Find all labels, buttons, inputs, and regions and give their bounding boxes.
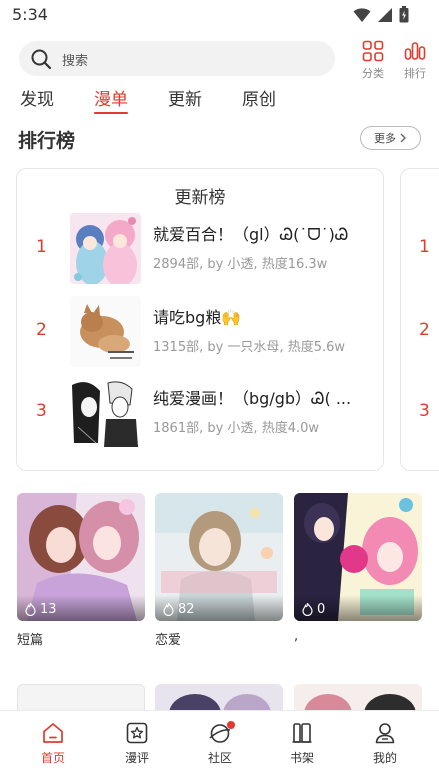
likes-badge: 0 [302, 602, 325, 617]
category-grid-icon [362, 40, 384, 62]
tab-lists[interactable]: 漫单 [94, 85, 128, 114]
list-caption: 恋爱 [155, 633, 182, 648]
nav-review-label: 漫评 [124, 751, 149, 765]
nav-profile[interactable]: 我的 [355, 721, 415, 766]
likes-count: 0 [317, 602, 326, 617]
search-icon [31, 49, 52, 70]
flame-icon [163, 603, 174, 616]
list-item[interactable]: 13 短篇 [17, 493, 145, 648]
nav-home[interactable]: 首页 [23, 721, 83, 766]
next-ranking-card[interactable]: 1 2 3 [400, 168, 439, 471]
list-cover: 0 [294, 493, 422, 621]
rank-card-title: 更新榜 [174, 188, 226, 208]
bottom-nav: 首页 漫评 社区 书架 我的 [0, 710, 439, 780]
list-caption: , [294, 629, 299, 644]
likes-badge: 82 [163, 602, 195, 617]
rank-title: 纯爱漫画！（bg/gb）Ꮚ( ... [153, 389, 352, 408]
rank-title: 就爱百合！（gl）Ꮚ(˙ᗜ˙)Ꮚ [153, 225, 349, 244]
search-placeholder: 搜索 [62, 54, 89, 69]
ranking-bars-icon [404, 42, 426, 60]
tab-updates[interactable]: 更新 [168, 85, 202, 110]
rank-title: 请吃bg粮🙌 [153, 308, 242, 327]
nav-bookshelf-label: 书架 [289, 751, 314, 765]
rank-meta: 1861部, by 小透, 热度4.0w [153, 421, 319, 436]
rank-row[interactable]: 3 纯爱漫画！（bg/gb）Ꮚ( ... 1861部, by 小透, 热度4.0… [17, 377, 383, 449]
nav-review[interactable]: 漫评 [107, 721, 167, 766]
rank-thumbnail [70, 213, 141, 284]
status-bar: 5:34 [0, 0, 439, 30]
rank-number: 3 [36, 401, 47, 421]
likes-count: 13 [40, 602, 57, 617]
status-icons [353, 6, 409, 23]
chevron-right-icon [400, 133, 406, 143]
rank-thumbnail [70, 377, 141, 448]
rank-meta: 2894部, by 小透, 热度16.3w [153, 257, 328, 272]
rank-meta: 1315部, by 一只水母, 热度5.6w [153, 340, 345, 355]
signal-icon [378, 7, 392, 22]
likes-count: 82 [178, 602, 195, 617]
more-button[interactable]: 更多 [360, 126, 421, 150]
nav-profile-label: 我的 [372, 751, 397, 765]
home-icon [43, 723, 63, 743]
likes-badge: 13 [25, 602, 57, 617]
wifi-icon [353, 7, 371, 22]
ranking-button[interactable]: 排行 [398, 40, 432, 81]
tab-original[interactable]: 原创 [242, 85, 276, 110]
list-item[interactable]: 0 , [294, 493, 422, 644]
category-label: 分类 [362, 67, 384, 80]
rank-number: 3 [419, 401, 430, 421]
nav-home-label: 首页 [40, 751, 65, 765]
flame-icon [25, 603, 36, 616]
bookshelf-icon [292, 723, 312, 743]
more-label: 更多 [374, 132, 396, 145]
rank-row[interactable]: 2 请吃bg粮🙌 1315部, by 一只水母, 热度5.6w [17, 296, 383, 368]
tab-bar: 发现 漫单 更新 原创 [0, 85, 439, 115]
rank-thumbnail [70, 296, 141, 367]
notification-dot [227, 721, 235, 729]
list-cover: 13 [17, 493, 145, 621]
rank-number: 2 [36, 320, 47, 340]
nav-community[interactable]: 社区 [190, 721, 250, 766]
nav-bookshelf[interactable]: 书架 [272, 721, 332, 766]
tab-discover[interactable]: 发现 [20, 85, 54, 110]
rank-number: 1 [36, 237, 47, 257]
rank-row[interactable]: 1 就爱百合！（gl）Ꮚ(˙ᗜ˙)Ꮚ 2894部, by 小透, 热度16.3w [17, 213, 383, 285]
category-button[interactable]: 分类 [356, 40, 390, 81]
search-input[interactable]: 搜索 [19, 41, 335, 76]
update-ranking-card[interactable]: 更新榜 1 就爱百合！（gl）Ꮚ(˙ᗜ˙)Ꮚ 2894部, by 小透, 热度1… [16, 168, 384, 471]
list-cover: 82 [155, 493, 283, 621]
flame-icon [302, 603, 313, 616]
ranking-label: 排行 [404, 67, 426, 80]
nav-community-label: 社区 [207, 751, 232, 765]
profile-icon [375, 723, 395, 744]
star-review-icon [126, 722, 148, 744]
battery-icon [399, 6, 409, 23]
list-item[interactable]: 82 恋爱 [155, 493, 283, 648]
list-caption: 短篇 [17, 633, 44, 648]
rank-number: 1 [419, 237, 430, 257]
section-title: 排行榜 [18, 130, 76, 152]
status-time: 5:34 [12, 5, 48, 24]
rank-number: 2 [419, 320, 430, 340]
